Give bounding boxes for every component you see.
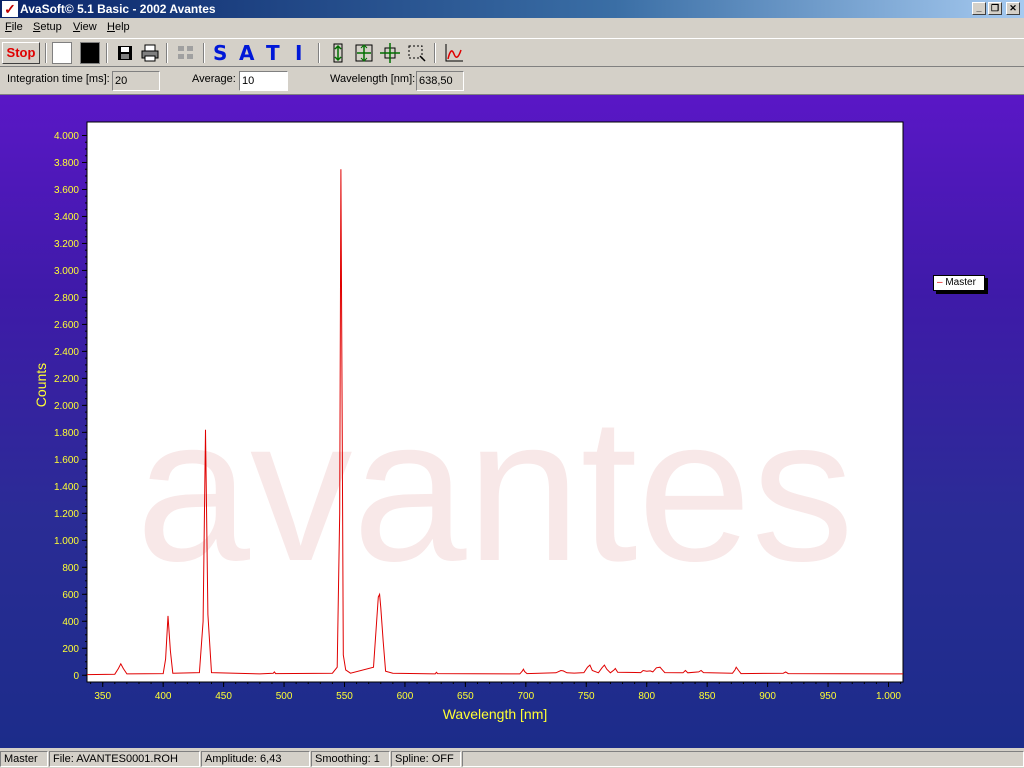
y-tick-label: 3.600 bbox=[54, 185, 79, 196]
status-bar: Master File: AVANTES0001.ROH Amplitude: … bbox=[0, 749, 1024, 768]
x-tick-label: 350 bbox=[94, 691, 111, 702]
legend-series-name: Master bbox=[945, 277, 976, 288]
zoom-select-icon[interactable] bbox=[406, 42, 428, 64]
y-tick-label: 0 bbox=[73, 671, 79, 682]
integration-time-input[interactable]: 20 bbox=[112, 71, 160, 91]
menu-setup[interactable]: Setup bbox=[33, 21, 62, 33]
y-tick-label: 2.800 bbox=[54, 293, 79, 304]
x-tick-label: 800 bbox=[638, 691, 655, 702]
x-tick-label: 700 bbox=[517, 691, 534, 702]
y-tick-label: 4.000 bbox=[54, 131, 79, 142]
toolbar-separator bbox=[203, 43, 205, 63]
x-tick-label: 750 bbox=[578, 691, 595, 702]
y-tick-label: 600 bbox=[62, 590, 79, 601]
y-tick-label: 3.800 bbox=[54, 158, 79, 169]
x-tick-label: 650 bbox=[457, 691, 474, 702]
autoscale-y-icon[interactable] bbox=[328, 42, 348, 64]
x-tick-label: 550 bbox=[336, 691, 353, 702]
x-tick-label: 450 bbox=[215, 691, 232, 702]
y-tick-label: 3.400 bbox=[54, 212, 79, 223]
y-tick-label: 3.200 bbox=[54, 239, 79, 250]
x-tick-label: 950 bbox=[820, 691, 837, 702]
irradiance-mode-button[interactable]: I bbox=[295, 42, 302, 64]
watermark: avantes bbox=[136, 375, 854, 604]
toolbar-separator bbox=[434, 43, 436, 63]
legend-line-swatch: – bbox=[937, 277, 943, 288]
x-tick-label: 1.000 bbox=[876, 691, 901, 702]
title-bar: ✓ AvaSoft© 5.1 Basic - 2002 Avantes _ ❐ … bbox=[0, 0, 1024, 18]
status-smoothing: Smoothing: 1 bbox=[311, 751, 390, 767]
y-tick-label: 400 bbox=[62, 617, 79, 628]
spectrum-chart[interactable]: avantes 350 400 450 500 550 600 650 700 750 800 85… bbox=[0, 95, 1024, 748]
save-icon[interactable] bbox=[115, 42, 135, 64]
toolbar-separator bbox=[318, 43, 320, 63]
chart-legend[interactable]: – Master bbox=[933, 275, 985, 291]
menu-file[interactable]: File bbox=[5, 21, 23, 33]
wavelength-readout: 638,50 bbox=[416, 71, 464, 91]
x-tick-label: 600 bbox=[397, 691, 414, 702]
integration-time-label: Integration time [ms]: bbox=[7, 73, 110, 85]
status-master: Master bbox=[0, 751, 48, 767]
y-tick-label: 1.800 bbox=[54, 428, 79, 439]
y-tick-label: 1.400 bbox=[54, 482, 79, 493]
x-axis-label: Wavelength [nm] bbox=[443, 706, 548, 722]
average-input[interactable]: 10 bbox=[239, 71, 288, 91]
y-tick-label: 2.000 bbox=[54, 401, 79, 412]
menu-view[interactable]: View bbox=[73, 21, 97, 33]
restore-button[interactable]: ❐ bbox=[988, 2, 1002, 15]
y-axis-label: Counts bbox=[33, 363, 49, 407]
minimize-button[interactable]: _ bbox=[972, 2, 986, 15]
zoom-out-icon[interactable] bbox=[379, 42, 401, 64]
y-tick-label: 2.400 bbox=[54, 347, 79, 358]
y-tick-label: 2.600 bbox=[54, 320, 79, 331]
toolbar-separator bbox=[45, 43, 47, 63]
absorbance-mode-button[interactable]: A bbox=[239, 42, 254, 64]
y-tick-label: 800 bbox=[62, 563, 79, 574]
status-spline: Spline: OFF bbox=[391, 751, 461, 767]
y-tick-label: 200 bbox=[62, 644, 79, 655]
print-icon[interactable] bbox=[140, 42, 160, 64]
white-swatch-button[interactable] bbox=[52, 42, 72, 64]
chart-panel: avantes 350 400 450 500 550 600 650 700 750 800 85… bbox=[0, 95, 1024, 748]
y-tick-label: 1.200 bbox=[54, 509, 79, 520]
y-tick-label: 1.000 bbox=[54, 536, 79, 547]
y-tick-label: 2.200 bbox=[54, 374, 79, 385]
black-swatch-button[interactable] bbox=[80, 42, 100, 64]
x-tick-label: 500 bbox=[276, 691, 293, 702]
average-label: Average: bbox=[192, 73, 236, 85]
graph-settings-icon[interactable] bbox=[443, 42, 465, 64]
y-tick-label: 3.000 bbox=[54, 266, 79, 277]
close-button[interactable]: ✕ bbox=[1006, 2, 1020, 15]
stop-button[interactable]: Stop bbox=[2, 42, 40, 64]
transmission-mode-button[interactable]: T bbox=[266, 42, 280, 64]
status-file: File: AVANTES0001.ROH bbox=[49, 751, 200, 767]
x-tick-label: 400 bbox=[155, 691, 172, 702]
avantes-check-icon[interactable]: ✓ bbox=[2, 1, 18, 17]
toolbar-separator bbox=[166, 43, 168, 63]
wavelength-label: Wavelength [nm]: bbox=[330, 73, 416, 85]
x-tick-label: 850 bbox=[699, 691, 716, 702]
status-amplitude: Amplitude: 6,43 bbox=[201, 751, 310, 767]
status-empty bbox=[462, 751, 1024, 767]
y-tick-label: 1.600 bbox=[54, 455, 79, 466]
menu-bar: File Setup View Help bbox=[0, 18, 1024, 37]
menu-help[interactable]: Help bbox=[107, 21, 130, 33]
toolbar-separator bbox=[106, 43, 108, 63]
zoom-in-icon[interactable] bbox=[353, 42, 375, 64]
x-tick-label: 900 bbox=[759, 691, 776, 702]
parameter-bar: Integration time [ms]: 20 Average: 10 Wa… bbox=[0, 67, 1024, 95]
toolbar: Stop S A T I bbox=[0, 38, 1024, 67]
window-title: AvaSoft© 5.1 Basic - 2002 Avantes bbox=[20, 2, 216, 16]
scope-mode-button[interactable]: S bbox=[213, 42, 227, 64]
grid-disabled-icon[interactable] bbox=[175, 42, 197, 64]
